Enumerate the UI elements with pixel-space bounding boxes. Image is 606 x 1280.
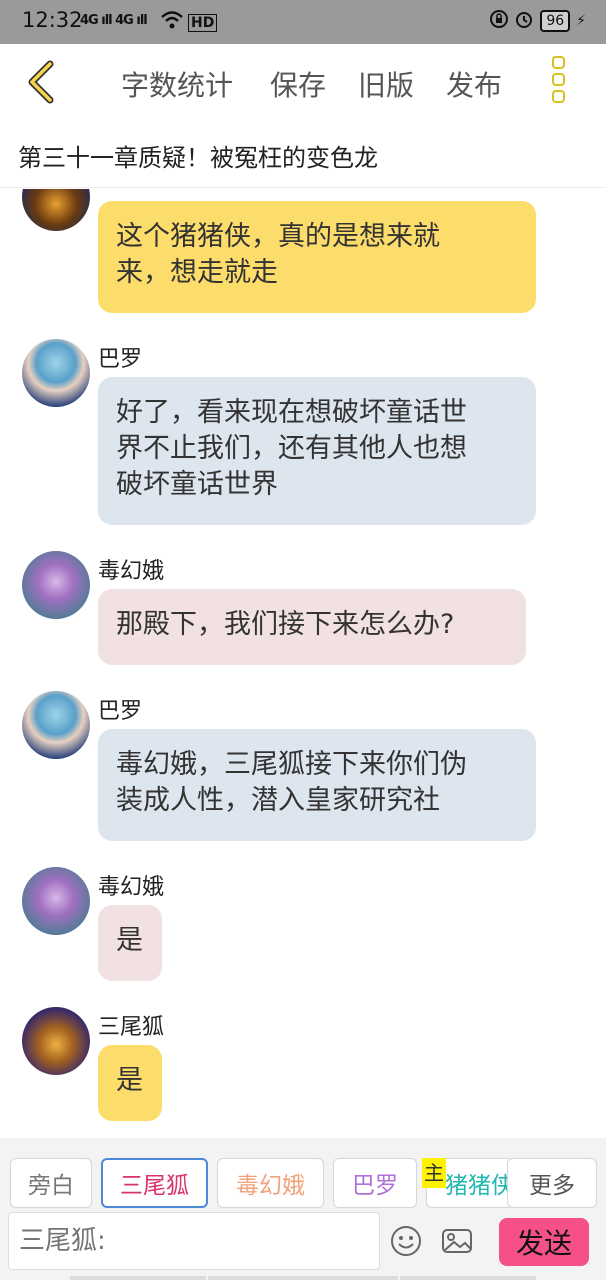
speaker-name: 三尾狐 <box>98 1015 165 1040</box>
lock-icon <box>490 10 509 32</box>
back-button[interactable] <box>22 58 62 106</box>
alarm-icon <box>514 9 534 33</box>
avatar-baluo[interactable] <box>22 339 90 407</box>
chip-label: 毒幻娥 <box>236 1173 305 1199</box>
speaker-name: 毒幻娥 <box>98 875 165 900</box>
chip-label: 更多 <box>529 1173 575 1199</box>
chip-label: 猪猪侠 <box>445 1173 514 1199</box>
word-count-button[interactable]: 字数统计 <box>121 64 233 104</box>
message-input[interactable] <box>8 1212 380 1270</box>
send-button[interactable]: 发送 <box>499 1218 589 1266</box>
character-chip-sanweihu[interactable]: 三尾狐 <box>101 1158 208 1208</box>
message-line: 这个猪猪侠，真的是想来就 <box>116 221 440 252</box>
save-button[interactable]: 保存 <box>270 64 326 104</box>
message-line: 是 <box>116 925 143 956</box>
message-bubble[interactable]: 是 <box>98 905 162 981</box>
battery-icon: 96 <box>540 10 571 32</box>
message-line: 界不止我们，还有其他人也想 <box>116 433 467 464</box>
message-line: 来，想走就走 <box>116 257 278 288</box>
avatar-duhuane[interactable] <box>22 551 90 619</box>
wifi-icon <box>160 10 184 35</box>
nav-indicator <box>70 1276 206 1280</box>
message-line: 好了，看来现在想破坏童话世 <box>116 397 467 428</box>
more-menu-icon[interactable] <box>548 56 568 108</box>
message-bubble[interactable]: 好了，看来现在想破坏童话世 界不止我们，还有其他人也想 破坏童话世界 <box>98 377 536 525</box>
avatar-sanweihu[interactable] <box>22 189 90 231</box>
old-version-button[interactable]: 旧版 <box>358 64 414 104</box>
compose-area: 旁白 三尾狐 毒幻娥 巴罗 猪猪侠 主 更多 发送 <box>0 1138 606 1280</box>
message-line: 毒幻娥，三尾狐接下来你们伪 <box>116 749 467 780</box>
more-characters-button[interactable]: 更多 <box>507 1158 597 1208</box>
chip-label: 旁白 <box>28 1173 74 1199</box>
message-line: 是 <box>116 1065 143 1096</box>
chip-label: 巴罗 <box>352 1173 398 1199</box>
chapter-header: 第三十一章质疑！被冤枉的变色龙 <box>0 122 606 188</box>
message-line: 装成人性，潜入皇家研究社 <box>116 785 440 816</box>
signal-icon: 4G ıll 4G ıll <box>80 13 148 28</box>
nav-indicator <box>208 1276 398 1280</box>
character-chip-duhuane[interactable]: 毒幻娥 <box>217 1158 324 1208</box>
avatar-baluo[interactable] <box>22 691 90 759</box>
message-bubble[interactable]: 是 <box>98 1045 162 1121</box>
nav-indicator <box>400 1276 536 1280</box>
charging-icon: ⚡ <box>576 13 586 29</box>
main-character-badge: 主 <box>422 1158 446 1188</box>
publish-button[interactable]: 发布 <box>446 64 502 104</box>
avatar-duhuane[interactable] <box>22 867 90 935</box>
avatar-sanweihu[interactable] <box>22 1007 90 1075</box>
hd-icon: HD <box>188 14 218 32</box>
message-line: 破坏童话世界 <box>116 469 278 500</box>
top-toolbar: 字数统计 保存 旧版 发布 <box>0 44 606 122</box>
message-list[interactable]: 这个猪猪侠，真的是想来就 来，想走就走 巴罗 好了，看来现在想破坏童话世 界不止… <box>0 189 606 1138</box>
chapter-title[interactable]: 第三十一章质疑！被冤枉的变色龙 <box>18 138 378 173</box>
speaker-name: 毒幻娥 <box>98 559 165 584</box>
emoji-icon[interactable] <box>389 1224 423 1258</box>
image-icon[interactable] <box>440 1224 474 1258</box>
speaker-name: 巴罗 <box>98 347 143 372</box>
message-bubble[interactable]: 那殿下，我们接下来怎么办? <box>98 589 526 665</box>
message-bubble[interactable]: 毒幻娥，三尾狐接下来你们伪 装成人性，潜入皇家研究社 <box>98 729 536 841</box>
chevron-left-icon <box>28 60 54 104</box>
chip-label: 三尾狐 <box>120 1173 189 1199</box>
character-chip-narrator[interactable]: 旁白 <box>10 1158 92 1208</box>
status-time: 12:32 <box>22 8 83 32</box>
character-chip-baluo[interactable]: 巴罗 <box>333 1158 417 1208</box>
message-line: 那殿下，我们接下来怎么办? <box>116 609 455 640</box>
message-bubble[interactable]: 这个猪猪侠，真的是想来就 来，想走就走 <box>98 201 536 313</box>
status-bar: 12:32 4G ıll 4G ıll HD 96 ⚡ <box>0 0 606 44</box>
speaker-name: 巴罗 <box>98 699 143 724</box>
